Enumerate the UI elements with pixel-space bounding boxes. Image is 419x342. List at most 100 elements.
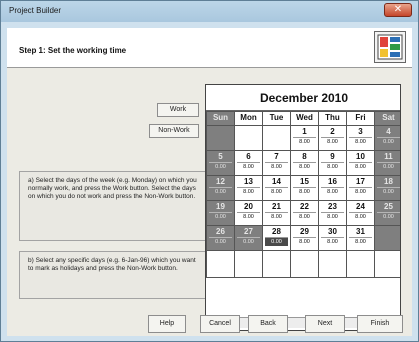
help-button[interactable]: Help: [148, 315, 186, 333]
calendar-day-number: 16: [328, 177, 337, 186]
calendar-day-number: 8: [302, 152, 307, 161]
calendar-day-cell[interactable]: 31 8.00: [346, 225, 375, 251]
calendar-day-number: 31: [356, 227, 365, 236]
work-button[interactable]: Work: [157, 103, 199, 117]
calendar-day-number: 29: [300, 227, 309, 236]
calendar-day-cell[interactable]: 29 8.00: [290, 225, 319, 251]
calendar-day-cell[interactable]: 14 8.00: [262, 175, 291, 201]
calendar-day-cell[interactable]: 24 8.00: [346, 200, 375, 226]
calendar-empty-cell: [262, 250, 291, 278]
calendar-day-cell[interactable]: 13 8.00: [234, 175, 263, 201]
calendar-day-hours: 8.00: [321, 137, 344, 146]
calendar-day-hours: 8.00: [321, 212, 344, 221]
calendar-day-header[interactable]: Wed: [290, 111, 319, 126]
calendar-day-hours: 0.00: [377, 187, 400, 196]
calendar-day-number: 20: [244, 202, 253, 211]
calendar-day-cell[interactable]: 10 8.00: [346, 150, 375, 176]
calendar-day-cell[interactable]: 23 8.00: [318, 200, 347, 226]
calendar-day-hours: 0.00: [209, 237, 232, 246]
calendar: December 2010 Sun Mon Tue Wed Thu Fri Sat 1 8.00…: [205, 84, 401, 331]
calendar-day-hours: 8.00: [321, 187, 344, 196]
calendar-day-hours: 0.00: [209, 162, 232, 171]
calendar-day-cell[interactable]: 28 0.00: [262, 225, 291, 251]
calendar-day-cell[interactable]: 25 0.00: [374, 200, 400, 226]
non-work-button[interactable]: Non-Work: [149, 124, 199, 138]
calendar-day-hours: 0.00: [209, 212, 232, 221]
next-button[interactable]: Next: [305, 315, 345, 333]
close-icon: ✕: [393, 4, 403, 15]
instruction-text-a: a) Select the days of the week (e.g. Mon…: [28, 177, 197, 200]
calendar-day-cell[interactable]: 1 8.00: [290, 125, 319, 151]
calendar-day-header[interactable]: Sun: [206, 111, 235, 126]
instruction-holidays: b) Select any specific days (e.g. 6-Jan-…: [19, 251, 207, 299]
calendar-day-cell[interactable]: 15 8.00: [290, 175, 319, 201]
calendar-day-cell[interactable]: 8 8.00: [290, 150, 319, 176]
calendar-day-cell[interactable]: 6 8.00: [234, 150, 263, 176]
calendar-week-row: 19 0.00 20 8.00 21 8.00 22 8.00 23 8.00 24 8.00 25 0.…: [206, 200, 400, 226]
calendar-day-number: 21: [272, 202, 281, 211]
calendar-day-number: 18: [384, 177, 393, 186]
calendar-day-cell[interactable]: 3 8.00: [346, 125, 375, 151]
back-button[interactable]: Back: [248, 315, 288, 333]
calendar-day-hours: 0.00: [237, 237, 260, 246]
calendar-day-number: 13: [244, 177, 253, 186]
calendar-day-hours: 8.00: [349, 212, 372, 221]
calendar-day-cell[interactable]: 5 0.00: [206, 150, 235, 176]
calendar-day-cell[interactable]: 16 8.00: [318, 175, 347, 201]
calendar-day-hours: 8.00: [237, 212, 260, 221]
calendar-week-row: 5 0.00 6 8.00 7 8.00 8 8.00 9 8.00 10 8.00 11 0.00: [206, 150, 400, 176]
calendar-day-cell[interactable]: 4 0.00: [374, 125, 400, 151]
calendar-day-hours: 8.00: [349, 237, 372, 246]
calendar-day-number: 5: [218, 152, 223, 161]
calendar-day-hours: 8.00: [349, 187, 372, 196]
calendar-day-number: 23: [328, 202, 337, 211]
calendar-day-cell[interactable]: 20 8.00: [234, 200, 263, 226]
calendar-day-number: 30: [328, 227, 337, 236]
calendar-day-hours: 8.00: [321, 237, 344, 246]
calendar-day-cell[interactable]: 21 8.00: [262, 200, 291, 226]
calendar-day-cell[interactable]: 18 0.00: [374, 175, 400, 201]
calendar-day-header[interactable]: Mon: [234, 111, 263, 126]
calendar-day-cell[interactable]: 2 8.00: [318, 125, 347, 151]
calendar-day-header[interactable]: Sat: [374, 111, 400, 126]
calendar-day-hours: 8.00: [293, 162, 316, 171]
cancel-button[interactable]: Cancel: [200, 315, 240, 333]
calendar-day-header[interactable]: Fri: [346, 111, 375, 126]
calendar-day-cell[interactable]: [234, 125, 263, 151]
calendar-day-hours: 8.00: [321, 162, 344, 171]
calendar-month-title: December 2010: [206, 85, 400, 111]
calendar-day-cell[interactable]: 22 8.00: [290, 200, 319, 226]
title-bar[interactable]: Project Builder ✕: [1, 1, 418, 22]
calendar-day-cell[interactable]: 27 0.00: [234, 225, 263, 251]
calendar-day-hours: 0.00: [209, 187, 232, 196]
calendar-day-cell[interactable]: 11 0.00: [374, 150, 400, 176]
close-button[interactable]: ✕: [384, 3, 412, 17]
calendar-day-number: 10: [356, 152, 365, 161]
calendar-day-cell[interactable]: 26 0.00: [206, 225, 235, 251]
calendar-day-cell[interactable]: [374, 225, 400, 251]
calendar-day-number: 14: [272, 177, 281, 186]
calendar-day-cell[interactable]: [262, 125, 291, 151]
calendar-day-cell[interactable]: 12 0.00: [206, 175, 235, 201]
calendar-day-cell[interactable]: 30 8.00: [318, 225, 347, 251]
calendar-day-cell[interactable]: [206, 125, 235, 151]
calendar-grid: Sun Mon Tue Wed Thu Fri Sat 1 8.00 2 8.00 3 8.00 4 0.0…: [206, 111, 400, 278]
calendar-day-cell[interactable]: 19 0.00: [206, 200, 235, 226]
calendar-week-row: [206, 250, 400, 278]
calendar-day-header[interactable]: Thu: [318, 111, 347, 126]
calendar-day-number: 15: [300, 177, 309, 186]
calendar-day-number: 4: [386, 127, 391, 136]
calendar-day-hours: 8.00: [349, 137, 372, 146]
calendar-day-cell[interactable]: 17 8.00: [346, 175, 375, 201]
calendar-week-row: 12 0.00 13 8.00 14 8.00 15 8.00 16 8.00 17 8.00 18 0.…: [206, 175, 400, 201]
project-builder-logo-icon: [374, 31, 406, 63]
finish-button[interactable]: Finish: [357, 315, 403, 333]
calendar-day-header[interactable]: Tue: [262, 111, 291, 126]
calendar-day-cell[interactable]: 7 8.00: [262, 150, 291, 176]
calendar-day-hours: 8.00: [293, 212, 316, 221]
calendar-day-cell[interactable]: 9 8.00: [318, 150, 347, 176]
calendar-day-hours: 0.00: [377, 137, 400, 146]
calendar-day-hours: 0.00: [265, 237, 288, 246]
calendar-day-hours: 8.00: [293, 237, 316, 246]
calendar-day-number: 1: [302, 127, 307, 136]
